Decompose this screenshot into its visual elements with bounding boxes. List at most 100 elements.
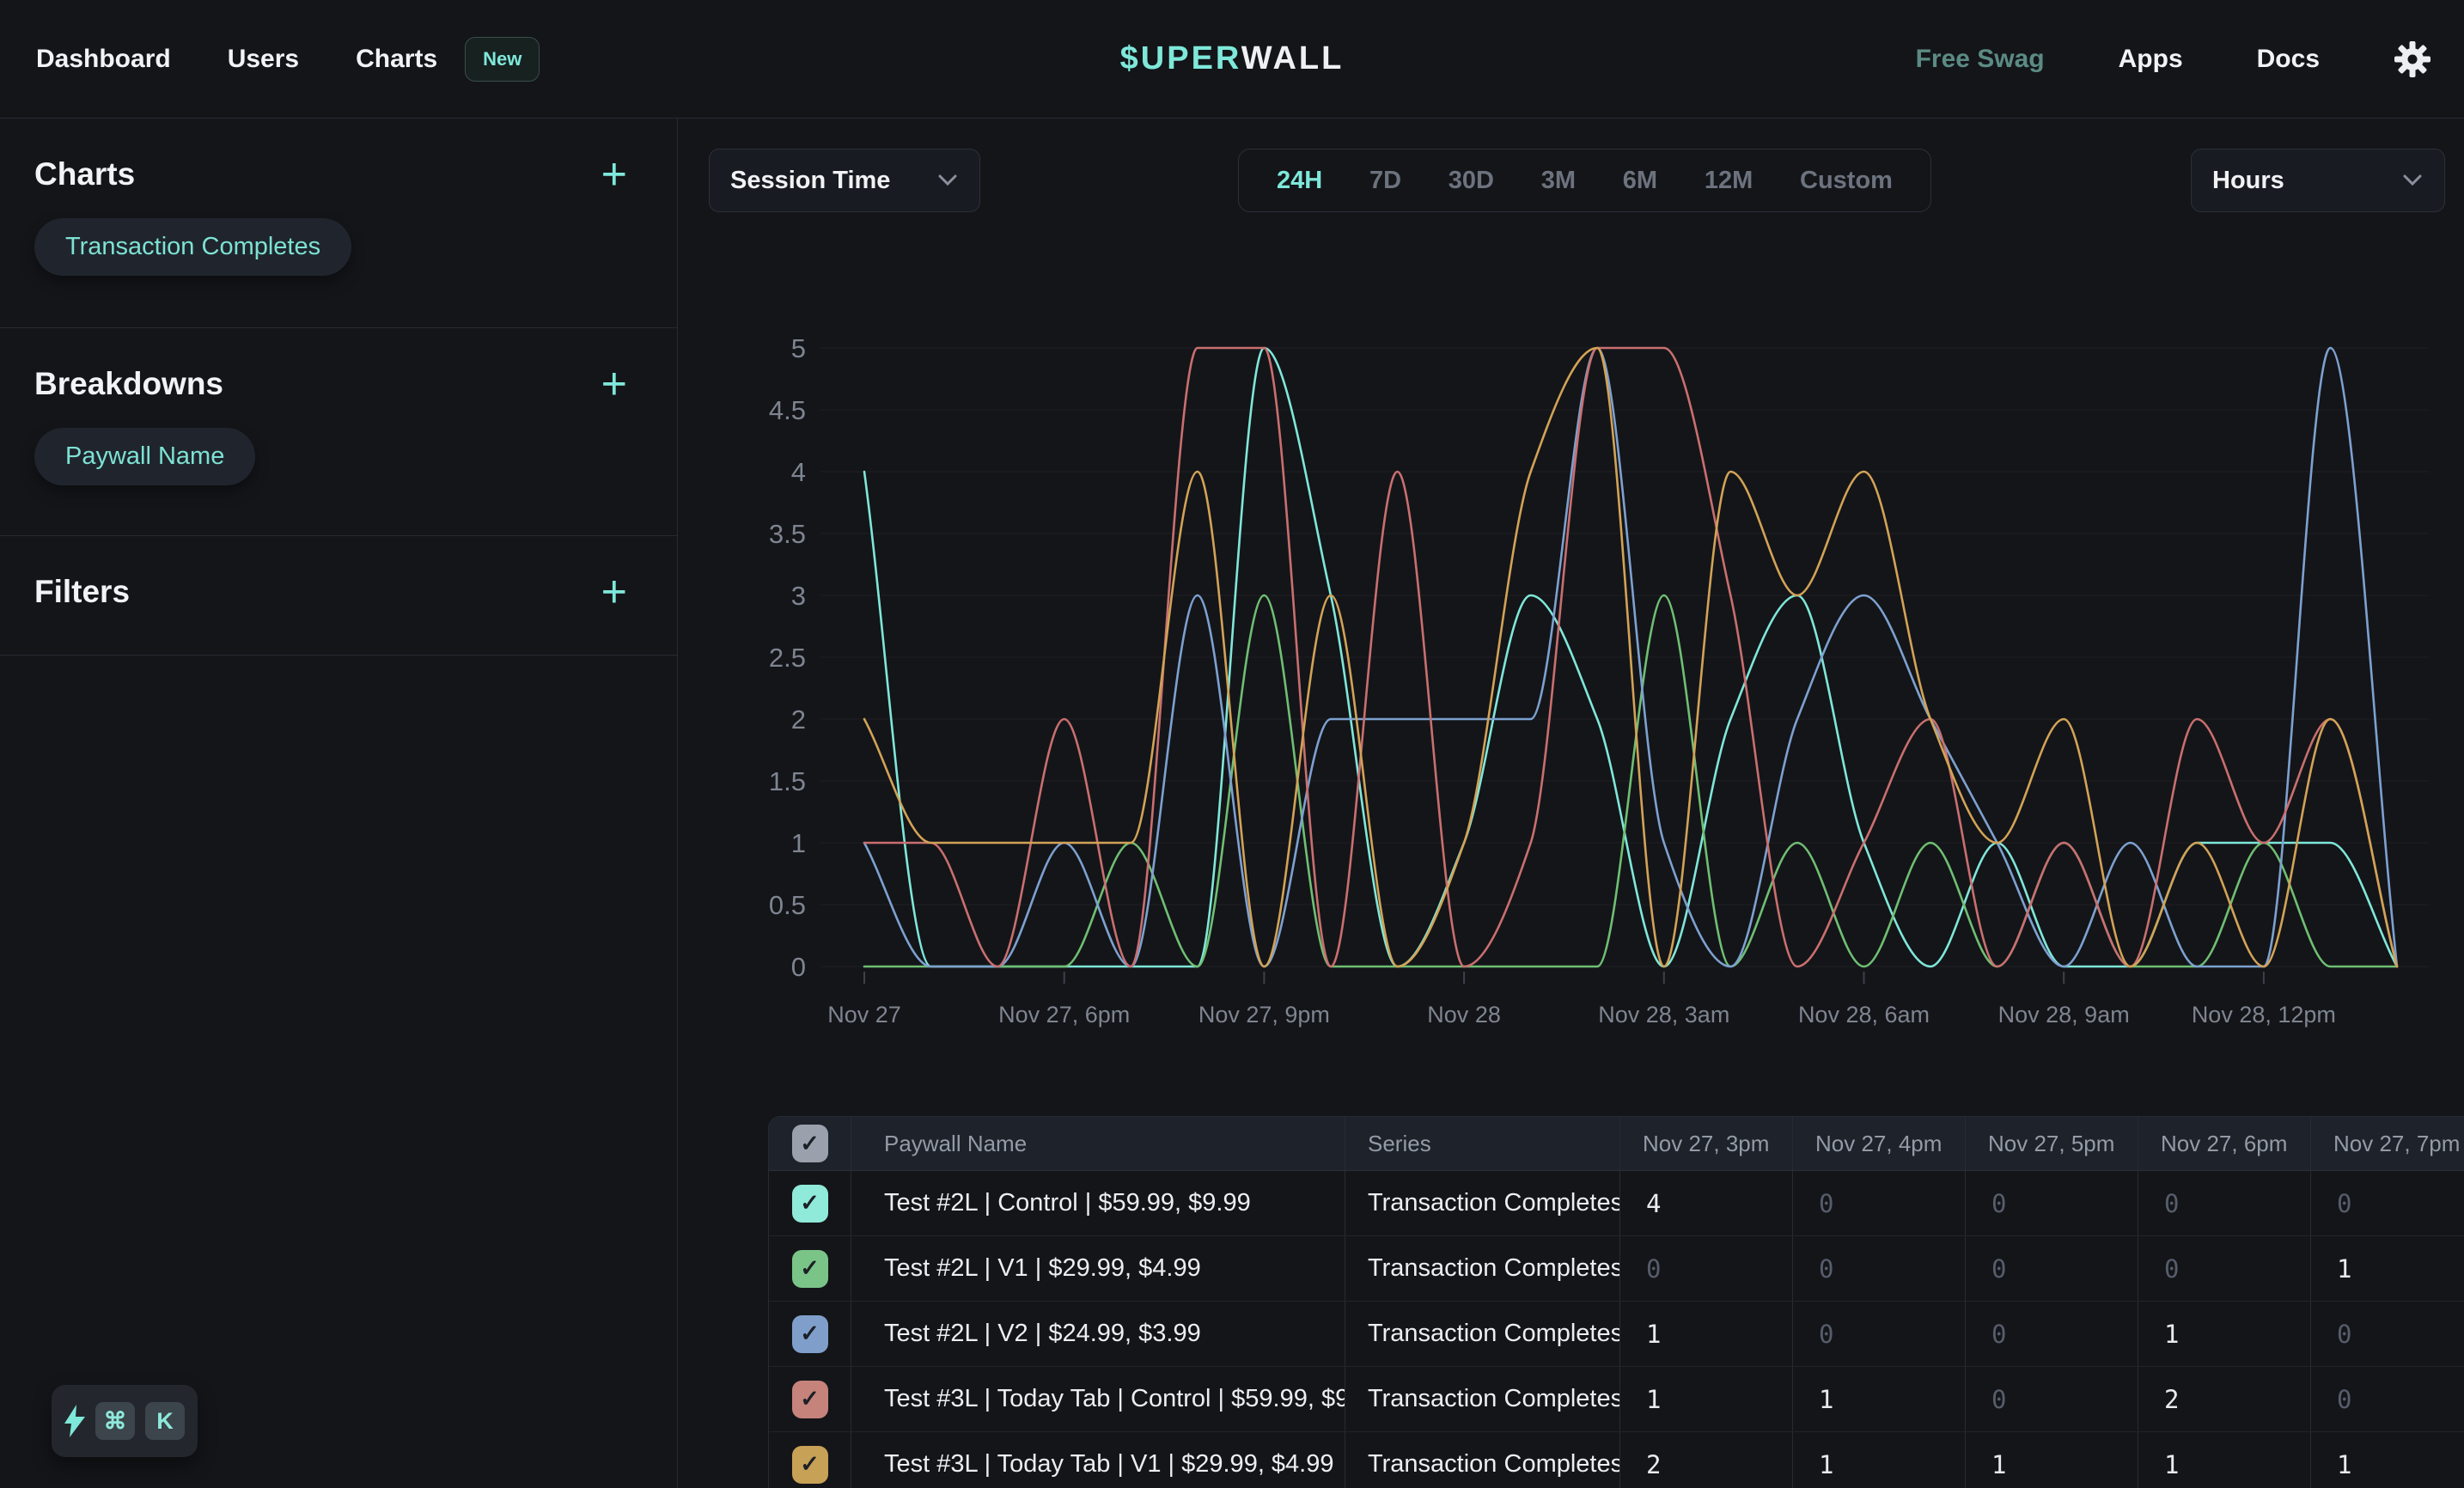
nav-docs[interactable]: Docs — [2257, 45, 2320, 74]
breakdown-table: ✓ Paywall NameSeriesNov 27, 3pmNov 27, 4… — [768, 1116, 2464, 1488]
top-nav: Dashboard Users Charts New $UPERWALL Fre… — [0, 0, 2464, 119]
y-axis-label: 4 — [791, 457, 806, 487]
row-checkbox[interactable]: ✓ — [792, 1446, 828, 1484]
add-filter-button[interactable]: + — [601, 576, 643, 607]
nav-right: Free Swag Apps Docs — [1916, 40, 2435, 78]
y-axis-label: 5 — [791, 333, 806, 363]
x-axis-label: Nov 28, 12pm — [2192, 1002, 2336, 1028]
series-line — [864, 348, 2397, 967]
metric-select[interactable]: Session Time — [709, 149, 980, 212]
paywall-name-cell: Test #3L | Today Tab | V1 | $29.99, $4.9… — [851, 1432, 1345, 1488]
x-axis-label: Nov 28, 6am — [1798, 1002, 1930, 1028]
column-header-series: Series — [1345, 1117, 1620, 1170]
range-tabs: 24H 7D 30D 3M 6M 12M Custom — [1238, 149, 1931, 212]
pill-paywall-name[interactable]: Paywall Name — [34, 428, 255, 485]
select-all-checkbox[interactable]: ✓ — [792, 1125, 828, 1162]
table-row: ✓ Test #3L | Today Tab | V1 | $29.99, $4.… — [769, 1432, 2464, 1488]
series-cell: Transaction Completes — [1345, 1171, 1620, 1235]
sidebar-section-charts: Charts + Transaction Completes — [0, 119, 677, 328]
table-row: ✓ Test #2L | V2 | $24.99, $3.99Transactio… — [769, 1302, 2464, 1367]
select-all-cell: ✓ — [769, 1117, 851, 1170]
nav-free-swag[interactable]: Free Swag — [1916, 45, 2045, 74]
range-tab-30d[interactable]: 30D — [1449, 167, 1494, 195]
row-checkbox[interactable]: ✓ — [792, 1381, 828, 1418]
nav-charts[interactable]: Charts — [356, 45, 437, 74]
gear-icon[interactable] — [2394, 40, 2431, 78]
column-header-hour-2: Nov 27, 4pm — [1793, 1117, 1966, 1170]
value-cell-hour-3: 0 — [1966, 1171, 2138, 1235]
value-cell-hour-2: 0 — [1793, 1171, 1966, 1235]
value-cell-hour-5: 0 — [2311, 1302, 2464, 1366]
value-cell-hour-3: 1 — [1966, 1432, 2138, 1488]
pill-transaction-completes[interactable]: Transaction Completes — [34, 218, 351, 276]
value-cell-hour-3: 0 — [1966, 1236, 2138, 1301]
metric-select-value: Session Time — [730, 167, 890, 195]
table-header-row: ✓ Paywall NameSeriesNov 27, 3pmNov 27, 4… — [769, 1117, 2464, 1171]
y-axis-label: 2 — [791, 704, 806, 735]
value-cell-hour-5: 1 — [2311, 1432, 2464, 1488]
row-checkbox-cell: ✓ — [769, 1302, 851, 1366]
nav-apps[interactable]: Apps — [2119, 45, 2183, 74]
column-header-hour-3: Nov 27, 5pm — [1966, 1117, 2138, 1170]
row-checkbox[interactable]: ✓ — [792, 1250, 828, 1288]
paywall-name-cell: Test #2L | V2 | $24.99, $3.99 — [851, 1302, 1345, 1366]
nav-users[interactable]: Users — [228, 45, 299, 74]
series-line — [864, 348, 2397, 967]
new-badge: New — [465, 37, 540, 82]
range-tab-24h[interactable]: 24H — [1277, 167, 1322, 195]
value-cell-hour-1: 4 — [1620, 1171, 1793, 1235]
nav-left: Dashboard Users Charts New — [29, 37, 540, 82]
range-tab-12m[interactable]: 12M — [1705, 167, 1753, 195]
add-breakdown-button[interactable]: + — [601, 369, 643, 399]
series-line — [864, 348, 2397, 967]
column-header-hour-4: Nov 27, 6pm — [2138, 1117, 2311, 1170]
chevron-down-icon — [936, 174, 959, 187]
add-chart-button[interactable]: + — [601, 159, 643, 190]
row-checkbox-cell: ✓ — [769, 1432, 851, 1488]
filters-section-title: Filters — [34, 574, 130, 610]
value-cell-hour-1: 2 — [1620, 1432, 1793, 1488]
sidebar-section-filters: Filters + — [0, 536, 677, 656]
value-cell-hour-3: 0 — [1966, 1302, 2138, 1366]
command-palette-hint[interactable]: ⌘ K — [52, 1385, 198, 1457]
charts-section-title: Charts — [34, 156, 135, 192]
nav-dashboard[interactable]: Dashboard — [36, 45, 171, 74]
value-cell-hour-2: 0 — [1793, 1302, 1966, 1366]
logo: $UPERWALL — [1120, 40, 1345, 77]
table-row: ✓Test #3L | Today Tab | Control | $59.99… — [769, 1367, 2464, 1432]
column-header-hour-1: Nov 27, 3pm — [1620, 1117, 1793, 1170]
y-axis-label: 1.5 — [769, 766, 806, 796]
value-cell-hour-2: 0 — [1793, 1236, 1966, 1301]
x-axis-label: Nov 28, 9am — [1998, 1002, 2130, 1028]
unit-select[interactable]: Hours — [2191, 149, 2445, 212]
row-checkbox-cell: ✓ — [769, 1367, 851, 1431]
series-cell: Transaction Completes — [1345, 1302, 1620, 1366]
range-tab-custom[interactable]: Custom — [1800, 167, 1893, 195]
value-cell-hour-4: 1 — [2138, 1432, 2311, 1488]
series-cell: Transaction Completes — [1345, 1367, 1620, 1431]
paywall-name-cell: Test #2L | V1 | $29.99, $4.99 — [851, 1236, 1345, 1301]
series-cell: Transaction Completes — [1345, 1236, 1620, 1301]
value-cell-hour-1: 1 — [1620, 1367, 1793, 1431]
range-tab-7d[interactable]: 7D — [1369, 167, 1401, 195]
table-body: ✓Test #2L | Control | $59.99, $9.99Trans… — [769, 1171, 2464, 1488]
series-line — [864, 348, 2397, 967]
logo-rest: WALL — [1241, 40, 1345, 76]
y-axis-label: 4.5 — [769, 395, 806, 425]
y-axis-label: 0.5 — [769, 890, 806, 920]
lightning-icon — [64, 1405, 85, 1437]
table-row: ✓Test #2L | Control | $59.99, $9.99Trans… — [769, 1171, 2464, 1236]
value-cell-hour-3: 0 — [1966, 1367, 2138, 1431]
value-cell-hour-5: 0 — [2311, 1367, 2464, 1431]
value-cell-hour-5: 0 — [2311, 1171, 2464, 1235]
breakdowns-pills: Paywall Name — [34, 428, 643, 485]
sidebar-section-breakdowns: Breakdowns + Paywall Name — [0, 328, 677, 536]
y-axis-label: 1 — [791, 828, 806, 858]
range-tab-6m[interactable]: 6M — [1623, 167, 1657, 195]
chevron-down-icon — [2401, 174, 2424, 187]
unit-select-value: Hours — [2212, 167, 2284, 195]
row-checkbox[interactable]: ✓ — [792, 1315, 828, 1353]
row-checkbox[interactable]: ✓ — [792, 1185, 828, 1223]
range-tab-3m[interactable]: 3M — [1541, 167, 1576, 195]
value-cell-hour-4: 0 — [2138, 1171, 2311, 1235]
